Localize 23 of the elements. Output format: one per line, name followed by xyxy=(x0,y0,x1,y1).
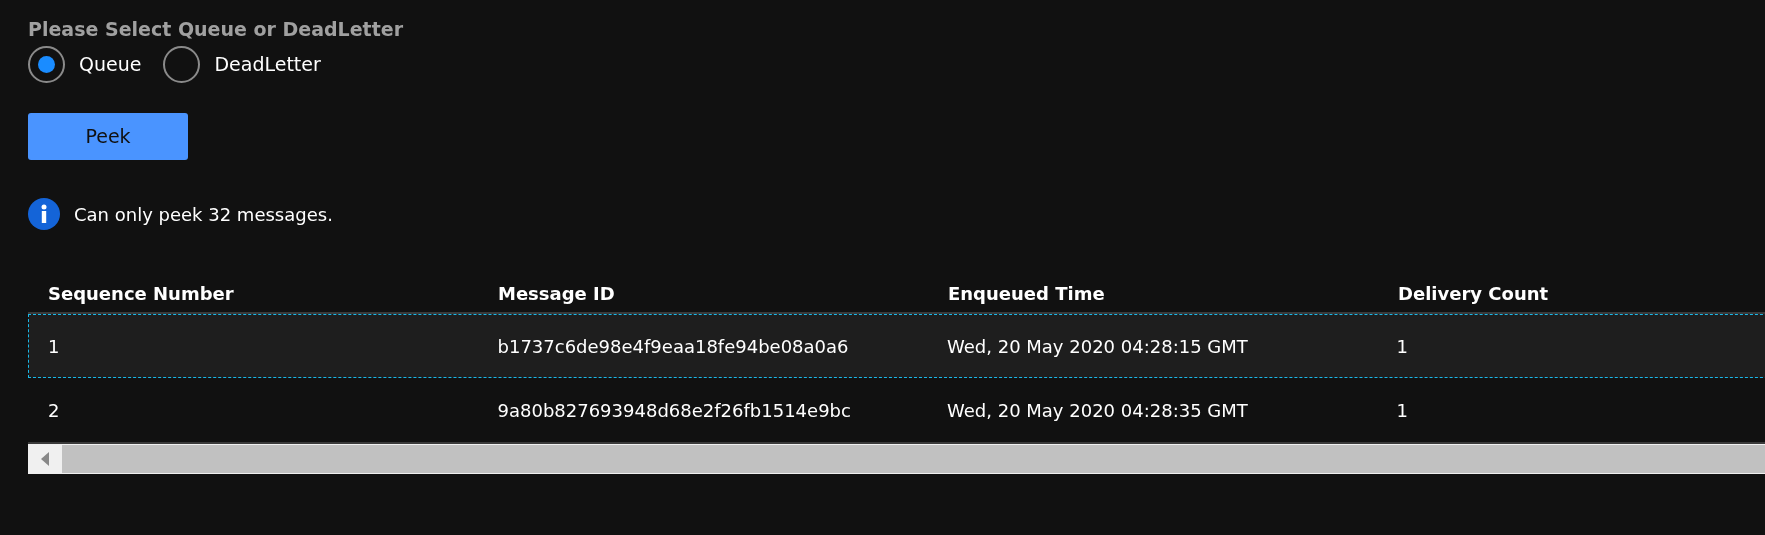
table-row[interactable]: 2 9a80b827693948d68e2f26fb1514e9bc Wed, 20 May 2020 04:28:35 GMT 1 xyxy=(28,378,1765,442)
radio-option[interactable]: Queue xyxy=(28,46,142,83)
table-cell-text: Wed, 20 May 2020 04:28:15 GMT xyxy=(946,334,1249,359)
table-cell-text: 2 xyxy=(47,398,61,423)
column-header: Enqueued Time xyxy=(947,281,1106,306)
column-header: Delivery Count xyxy=(1397,281,1550,306)
table-cell-text: b1737c6de98e4f9eaa18fe94be08a0a6 xyxy=(496,334,850,359)
table-cell-text: 1 xyxy=(1395,398,1409,423)
table-row[interactable]: 1 b1737c6de98e4f9eaa18fe94be08a0a6 Wed, 20 May 2020 04:28:15 GMT 1 xyxy=(28,314,1765,378)
notice-text: Can only peek 32 messages. xyxy=(74,202,333,227)
picker-label: Please Select Queue or DeadLetter xyxy=(28,17,404,42)
radio-option[interactable]: DeadLetter xyxy=(163,46,321,83)
radio-icon xyxy=(28,46,65,83)
table-cell-text: 1 xyxy=(1395,334,1409,359)
peek-button[interactable]: Peek xyxy=(28,113,188,160)
table-cell-text: Wed, 20 May 2020 04:28:35 GMT xyxy=(946,398,1249,423)
table-cell-text: 1 xyxy=(47,334,61,359)
radio-icon xyxy=(163,46,201,83)
table-cell-text: 9a80b827693948d68e2f26fb1514e9bc xyxy=(496,398,852,423)
info-icon xyxy=(28,198,60,230)
scroll-left-icon[interactable] xyxy=(41,452,49,466)
column-header: Message ID xyxy=(497,281,616,306)
column-header: Sequence Number xyxy=(47,281,235,306)
